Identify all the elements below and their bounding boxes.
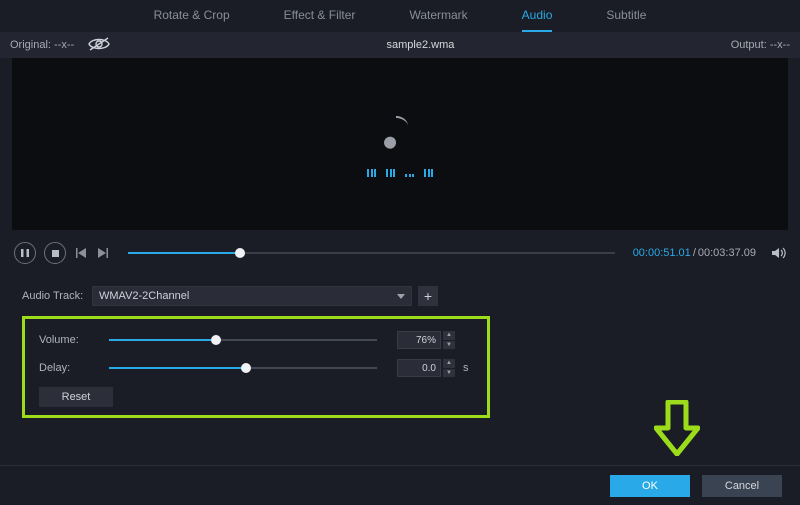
current-time: 00:00:51.01: [633, 247, 691, 259]
volume-step-down[interactable]: ▼: [443, 341, 455, 350]
tab-rotate-crop[interactable]: Rotate & Crop: [154, 8, 230, 32]
next-frame-button[interactable]: [96, 246, 110, 260]
highlight-annotation: Volume: 76% ▲ ▼ Delay: 0.0 ▲ ▼ s: [22, 316, 490, 418]
tab-audio[interactable]: Audio: [522, 8, 553, 32]
original-label: Original: --x--: [10, 39, 74, 51]
tab-subtitle[interactable]: Subtitle: [606, 8, 646, 32]
delay-spinner: ▲ ▼: [443, 359, 455, 377]
delay-slider[interactable]: [109, 367, 377, 369]
delay-unit-label: s: [463, 362, 469, 374]
audio-track-select[interactable]: WMAV2-2Channel: [92, 286, 412, 306]
stop-button[interactable]: [44, 242, 66, 264]
progress-thumb[interactable]: [235, 248, 245, 258]
tab-bar: Rotate & Crop Effect & Filter Watermark …: [0, 0, 800, 32]
volume-label: Volume:: [39, 334, 109, 346]
volume-slider[interactable]: [109, 339, 377, 341]
equalizer-icon: [367, 169, 433, 177]
reset-button[interactable]: Reset: [39, 387, 113, 407]
playback-bar: 00:00:51.01/00:03:37.09: [0, 230, 800, 276]
audio-track-label: Audio Track:: [22, 290, 92, 302]
music-note-icon: [382, 112, 418, 155]
add-audio-track-button[interactable]: +: [418, 286, 438, 306]
audio-settings: Audio Track: WMAV2-2Channel + Volume: 76…: [0, 276, 800, 418]
dropdown-arrow-icon: [397, 290, 405, 302]
ok-button[interactable]: OK: [610, 475, 690, 497]
volume-value-input[interactable]: 76%: [397, 331, 441, 349]
delay-value-input[interactable]: 0.0: [397, 359, 441, 377]
info-bar: Original: --x-- sample2.wma Output: --x-…: [0, 32, 800, 58]
dialog-footer: OK Cancel: [0, 465, 800, 505]
delay-step-down[interactable]: ▼: [443, 369, 455, 378]
timecode-display: 00:00:51.01/00:03:37.09: [633, 247, 756, 259]
delay-slider-thumb[interactable]: [241, 363, 251, 373]
audio-track-value: WMAV2-2Channel: [99, 290, 189, 302]
prev-frame-button[interactable]: [74, 246, 88, 260]
preview-toggle-icon[interactable]: [88, 37, 110, 54]
duration-time: 00:03:37.09: [698, 247, 756, 259]
volume-spinner: ▲ ▼: [443, 331, 455, 349]
filename-label: sample2.wma: [387, 39, 455, 51]
arrow-annotation: [654, 400, 700, 459]
play-pause-button[interactable]: [14, 242, 36, 264]
progress-slider[interactable]: [128, 252, 615, 254]
preview-pane: [12, 58, 788, 230]
output-label: Output: --x--: [731, 39, 790, 51]
tab-effect-filter[interactable]: Effect & Filter: [284, 8, 356, 32]
volume-icon[interactable]: [772, 246, 786, 260]
cancel-button[interactable]: Cancel: [702, 475, 782, 497]
tab-watermark[interactable]: Watermark: [409, 8, 467, 32]
delay-label: Delay:: [39, 362, 109, 374]
volume-slider-thumb[interactable]: [211, 335, 221, 345]
volume-step-up[interactable]: ▲: [443, 331, 455, 341]
delay-step-up[interactable]: ▲: [443, 359, 455, 369]
